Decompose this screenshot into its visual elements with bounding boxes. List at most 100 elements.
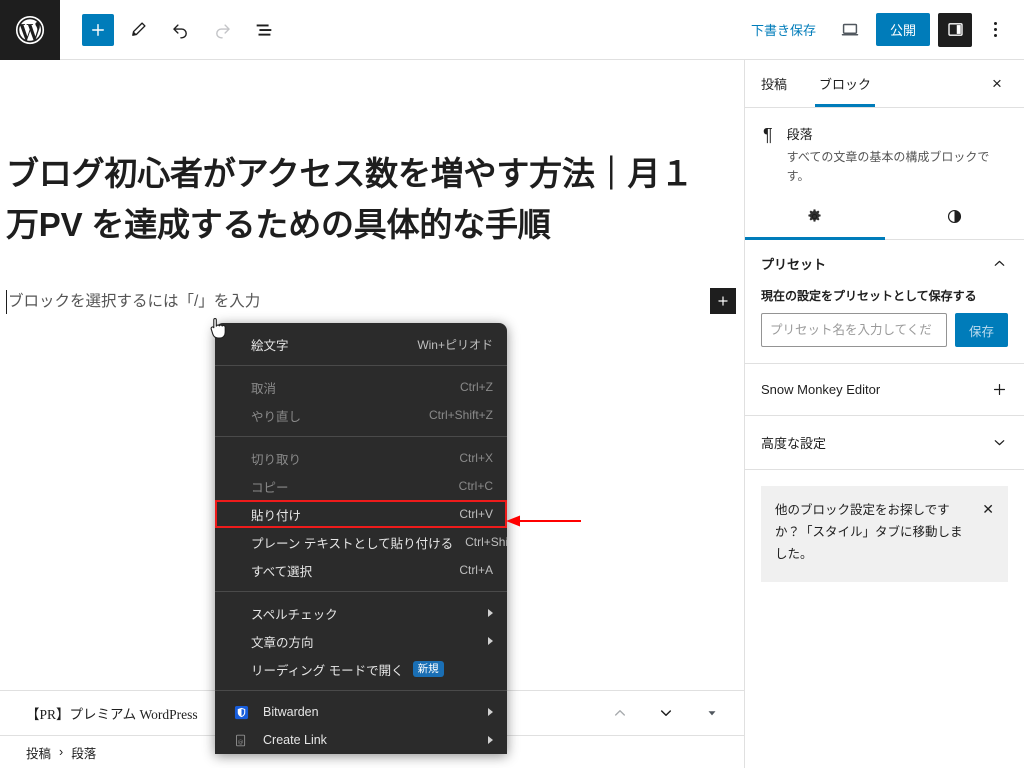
menu-item-label: やり直し [251, 409, 302, 424]
promo-note: 【PR】プレミアム WordPress [26, 707, 198, 722]
menu-separator [215, 365, 507, 366]
move-down-button[interactable] [652, 699, 680, 727]
menu-item-paste[interactable]: 貼り付け Ctrl+V [215, 500, 507, 528]
menu-item-shortcut: Ctrl+A [459, 563, 493, 577]
settings-tab[interactable] [745, 196, 885, 241]
menu-item-paste-plain[interactable]: プレーン テキストとして貼り付ける Ctrl+Shift+V [215, 528, 507, 556]
menu-item-undo[interactable]: 取消 Ctrl+Z [215, 373, 507, 401]
paragraph-pilcrow-icon: ¶ [763, 125, 773, 145]
menu-item-label: 切り取り [251, 452, 302, 467]
preset-panel-title: プリセット [761, 257, 827, 273]
browser-context-menu[interactable]: 絵文字 Win+ピリオド 取消 Ctrl+Z やり直し Ctrl+Shift+Z 切り取り C… [215, 323, 507, 754]
save-draft-button[interactable]: 下書き保存 [743, 14, 824, 45]
preset-panel-header[interactable]: プリセット [761, 254, 1008, 273]
vertical-dots-icon[interactable] [980, 13, 1010, 47]
preset-field-label: 現在の設定をプリセットとして保存する [761, 289, 977, 304]
block-title: 段落 [786, 127, 813, 142]
paragraph-block-row: ブロックを選択するには「/」を入力 [6, 288, 736, 315]
advanced-settings-panel: 高度な設定 [745, 416, 1024, 471]
advanced-panel-title: 高度な設定 [761, 436, 827, 452]
menu-item-label: Create Link [263, 733, 327, 747]
submenu-arrow-icon [488, 708, 493, 716]
tab-block[interactable]: ブロック [803, 60, 887, 107]
menu-item-select-all[interactable]: すべて選択 Ctrl+A [215, 556, 507, 584]
annotation-arrow [506, 515, 581, 527]
menu-item-cut[interactable]: 切り取り Ctrl+X [215, 444, 507, 472]
preset-panel: プリセット 現在の設定をプリセットとして保存する 保存 [745, 240, 1024, 365]
menu-separator [215, 436, 507, 437]
close-icon[interactable]: × [982, 69, 1012, 99]
wordpress-logo-icon[interactable] [0, 0, 60, 60]
menu-item-shortcut: Ctrl+X [459, 451, 493, 465]
menu-item-label: スペルチェック [251, 607, 338, 622]
breadcrumb-item-paragraph[interactable]: 段落 [71, 743, 96, 762]
sidebar-tabs: 投稿 ブロック × [745, 60, 1024, 108]
menu-item-shortcut: Ctrl+C [458, 479, 493, 493]
menu-item-reading-mode[interactable]: リーディング モードで開く 新規 [215, 655, 507, 683]
more-options-button[interactable] [698, 699, 726, 727]
paragraph-block[interactable]: ブロックを選択するには「/」を入力 [6, 290, 710, 314]
menu-item-label: プレーン テキストとして貼り付ける [251, 536, 454, 551]
svg-text:@: @ [237, 739, 243, 745]
block-info-card: ¶ 段落 すべての文章の基本の構成ブロックです。 [745, 108, 1024, 196]
menu-item-label: コピー [251, 480, 289, 495]
move-up-button[interactable] [606, 699, 634, 727]
menu-item-shortcut: Ctrl+Shift+Z [428, 408, 493, 422]
sidebar-panel-icon[interactable] [938, 12, 972, 47]
breadcrumb-item-post[interactable]: 投稿 [26, 743, 51, 762]
tab-post[interactable]: 投稿 [745, 60, 803, 107]
bottom-arrow-buttons [606, 699, 744, 727]
gear-icon [806, 208, 823, 228]
advanced-panel-header[interactable]: 高度な設定 [761, 433, 1008, 452]
menu-item-shortcut: Win+ピリオド [417, 337, 493, 352]
menu-separator [215, 690, 507, 691]
menu-item-label: 取消 [251, 381, 277, 396]
bitwarden-shield-icon [229, 705, 253, 720]
menu-item-create-link[interactable]: @ Create Link [215, 726, 507, 754]
block-description: すべての文章の基本の構成ブロックです。 [786, 150, 990, 184]
create-link-icon: @ [229, 733, 253, 748]
chevron-up-icon[interactable] [991, 255, 1008, 272]
preset-save-button[interactable]: 保存 [954, 313, 1008, 348]
document-overview-icon[interactable] [246, 12, 282, 48]
menu-item-spellcheck[interactable]: スペルチェック [215, 599, 507, 627]
notice-text: 他のブロック設定をお探しですか？「スタイル」タブに移動しました。 [775, 503, 963, 562]
plus-icon[interactable] [991, 381, 1008, 398]
mouse-cursor-icon [210, 317, 226, 339]
editor-header: 下書き保存 公開 [0, 0, 1024, 60]
add-block-button[interactable] [82, 13, 114, 46]
snow-monkey-editor-panel: Snow Monkey Editor [745, 364, 1024, 417]
menu-item-writing-direction[interactable]: 文章の方向 [215, 627, 507, 655]
preset-name-input[interactable] [761, 313, 947, 348]
chevron-down-icon[interactable] [991, 434, 1008, 451]
breadcrumb-separator-icon: › [59, 745, 64, 759]
new-badge: 新規 [412, 660, 444, 678]
snow-monkey-panel-header[interactable]: Snow Monkey Editor [761, 381, 1008, 398]
menu-item-label: リーディング モードで開く [251, 663, 404, 678]
menu-separator [215, 591, 507, 592]
undo-button[interactable] [162, 12, 198, 48]
menu-item-shortcut: Ctrl+V [459, 507, 493, 521]
styles-tab[interactable] [885, 196, 1024, 239]
header-right-toolbar: 下書き保存 公開 [743, 12, 1024, 48]
edit-tool-button[interactable] [120, 12, 156, 48]
submenu-arrow-icon [488, 736, 493, 744]
laptop-preview-icon[interactable] [832, 12, 868, 48]
menu-item-emoji[interactable]: 絵文字 Win+ピリオド [215, 330, 507, 358]
publish-button[interactable]: 公開 [875, 13, 930, 46]
sidebar-notice: 他のブロック設定をお探しですか？「スタイル」タブに移動しました。 ✕ [761, 486, 1008, 582]
menu-item-redo[interactable]: やり直し Ctrl+Shift+Z [215, 401, 507, 429]
settings-sidebar: 投稿 ブロック × ¶ 段落 すべての文章の基本の構成ブロックです。 プリセット… [744, 60, 1024, 768]
menu-item-copy[interactable]: コピー Ctrl+C [215, 472, 507, 500]
submenu-arrow-icon [488, 609, 493, 617]
menu-item-label: 貼り付け [251, 508, 302, 523]
post-title[interactable]: ブログ初心者がアクセス数を増やす方法｜月１万PV を達成するための具体的な手順 [6, 148, 722, 250]
wordpress-block-editor: 下書き保存 公開 ブログ初心者がアクセス数を増やす方法｜月１万PV を達成するた… [0, 0, 1024, 768]
block-appender-plus-icon[interactable] [710, 288, 736, 315]
menu-item-bitwarden[interactable]: Bitwarden [215, 698, 507, 726]
snow-monkey-panel-title: Snow Monkey Editor [761, 382, 881, 398]
block-info-text: 段落 すべての文章の基本の構成ブロックです。 [787, 124, 1008, 186]
redo-button[interactable] [204, 12, 240, 48]
menu-item-label: Bitwarden [263, 705, 319, 719]
notice-close-icon[interactable]: ✕ [980, 500, 996, 518]
